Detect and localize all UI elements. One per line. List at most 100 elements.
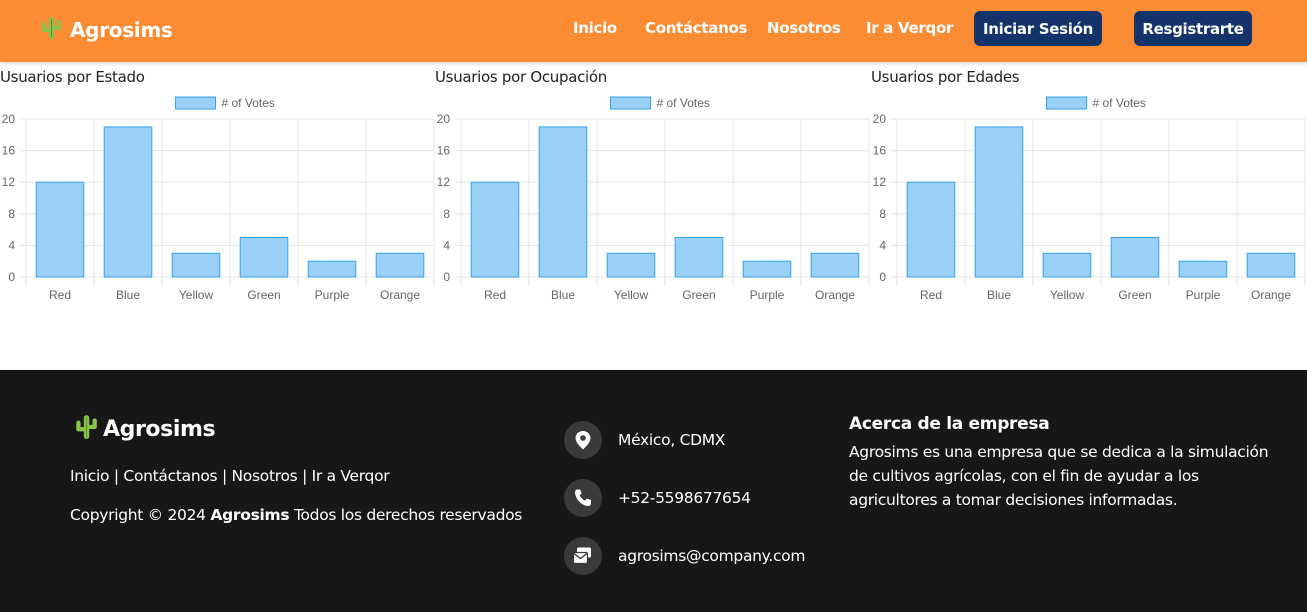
- footer-brand[interactable]: Agrosims: [74, 414, 216, 445]
- brand-name: Agrosims: [70, 18, 173, 42]
- top-navbar: Agrosims Inicio Contáctanos Nosotros Ir …: [0, 0, 1307, 62]
- y-tick-label: 20: [2, 112, 16, 126]
- contact-phone-text: +52-5598677654: [618, 489, 751, 507]
- bar-red[interactable]: [35, 181, 85, 278]
- x-tick-label: Blue: [987, 288, 1011, 302]
- bar-red[interactable]: [470, 181, 520, 278]
- nav-link-nosotros[interactable]: Nosotros: [767, 19, 841, 37]
- y-tick-label: 12: [2, 175, 16, 189]
- y-tick-label: 20: [873, 112, 887, 126]
- x-tick-label: Orange: [815, 288, 855, 302]
- x-tick-label: Red: [920, 288, 942, 302]
- x-tick-label: Purple: [750, 288, 785, 302]
- bar-purple[interactable]: [742, 260, 792, 278]
- copyright-suffix: Todos los derechos reservados: [293, 506, 523, 524]
- y-tick-label: 8: [879, 207, 886, 221]
- bar-orange[interactable]: [810, 252, 860, 278]
- footer-link-contactanos[interactable]: Contáctanos: [123, 467, 217, 485]
- bar-blue[interactable]: [103, 126, 153, 278]
- bar-purple[interactable]: [307, 260, 357, 278]
- bar-yellow[interactable]: [606, 252, 656, 278]
- brand-logo[interactable]: Agrosims: [40, 16, 173, 44]
- legend-label[interactable]: # of Votes: [222, 96, 275, 110]
- contact-phone: +52-5598677654: [564, 479, 751, 517]
- y-tick-label: 8: [8, 207, 15, 221]
- about-title: Acerca de la empresa: [849, 414, 1050, 434]
- chart-usuarios-estado: 0 4 8 12 16 20 Red Blue Yellow Green Purple Orange #…: [0, 62, 436, 312]
- x-tick-label: Green: [247, 288, 280, 302]
- y-tick-label: 4: [879, 238, 886, 252]
- legend-swatch[interactable]: [175, 96, 216, 110]
- copyright: Copyright © 2024 Agrosims Todos los dere…: [70, 506, 522, 524]
- legend-label[interactable]: # of Votes: [1093, 96, 1146, 110]
- legend-swatch[interactable]: [1046, 96, 1087, 110]
- x-tick-label: Purple: [1186, 288, 1221, 302]
- y-tick-label: 0: [8, 270, 15, 284]
- chart-usuarios-ocupacion: 0 4 8 12 16 20 Red Blue Yellow Green Purple Orange #…: [435, 62, 871, 312]
- login-button[interactable]: Iniciar Sesión: [974, 11, 1102, 46]
- copyright-brand: Agrosims: [210, 506, 290, 524]
- bar-green[interactable]: [1110, 237, 1160, 278]
- nav-link-verqor[interactable]: Ir a Verqor: [866, 19, 953, 37]
- chart-title: Usuarios por Estado: [0, 68, 145, 86]
- envelope-icon: [564, 537, 602, 575]
- bar-red[interactable]: [906, 181, 956, 278]
- x-tick-label: Blue: [551, 288, 575, 302]
- cactus-icon: [40, 16, 62, 45]
- x-tick-label: Red: [49, 288, 71, 302]
- chart-usuarios-edades: 0 4 8 12 16 20 Red Blue Yellow Green Purple Orange #…: [871, 62, 1307, 312]
- x-tick-label: Blue: [116, 288, 140, 302]
- y-tick-label: 8: [443, 207, 450, 221]
- x-tick-label: Yellow: [179, 288, 214, 302]
- nav-link-contactanos[interactable]: Contáctanos: [645, 19, 747, 37]
- y-tick-label: 20: [437, 112, 451, 126]
- chart-title: Usuarios por Ocupación: [435, 68, 607, 86]
- copyright-prefix: Copyright © 2024: [70, 506, 206, 524]
- bar-chart-ocupacion: 0 4 8 12 16 20 Red Blue Yellow Green Purple Orange #…: [437, 96, 870, 302]
- bar-yellow[interactable]: [1042, 252, 1092, 278]
- footer-link-inicio[interactable]: Inicio: [70, 467, 110, 485]
- bar-purple[interactable]: [1178, 260, 1228, 278]
- nav-link-inicio[interactable]: Inicio: [573, 19, 617, 37]
- site-footer: Agrosims Inicio | Contáctanos | Nosotros…: [0, 370, 1307, 612]
- bar-green[interactable]: [674, 237, 724, 278]
- bar-blue[interactable]: [538, 126, 588, 278]
- x-tick-label: Red: [484, 288, 506, 302]
- x-tick-label: Yellow: [614, 288, 649, 302]
- bar-chart-edades: 0 4 8 12 16 20 Red Blue Yellow Green Purple Orange #…: [873, 96, 1306, 302]
- map-pin-icon: [564, 421, 602, 459]
- contact-email-text[interactable]: agrosims@company.com: [618, 547, 805, 565]
- link-separator: |: [113, 467, 124, 485]
- x-tick-label: Green: [1118, 288, 1151, 302]
- contact-location: México, CDMX: [564, 421, 725, 459]
- chart-title: Usuarios por Edades: [871, 68, 1020, 86]
- y-tick-label: 12: [437, 175, 451, 189]
- footer-link-nosotros[interactable]: Nosotros: [232, 467, 298, 485]
- y-tick-label: 16: [873, 144, 887, 158]
- x-tick-label: Orange: [1251, 288, 1291, 302]
- bar-blue[interactable]: [974, 126, 1024, 278]
- link-separator: |: [302, 467, 312, 485]
- about-text: Agrosims es una empresa que se dedica a …: [849, 443, 1269, 509]
- x-tick-label: Purple: [315, 288, 350, 302]
- contact-email: agrosims@company.com: [564, 537, 805, 575]
- x-tick-label: Orange: [380, 288, 420, 302]
- link-separator: |: [221, 467, 232, 485]
- bar-orange[interactable]: [375, 252, 425, 278]
- x-tick-label: Yellow: [1050, 288, 1085, 302]
- y-tick-label: 4: [8, 238, 15, 252]
- register-button[interactable]: Resgistrarte: [1134, 11, 1252, 46]
- legend-label[interactable]: # of Votes: [657, 96, 710, 110]
- bar-green[interactable]: [239, 237, 289, 278]
- y-tick-label: 16: [2, 144, 16, 158]
- bar-yellow[interactable]: [171, 252, 221, 278]
- y-tick-label: 0: [443, 270, 450, 284]
- y-tick-label: 12: [873, 175, 887, 189]
- footer-brand-name: Agrosims: [103, 417, 216, 442]
- legend-swatch[interactable]: [610, 96, 651, 110]
- bar-orange[interactable]: [1246, 252, 1296, 278]
- contact-location-text: México, CDMX: [618, 431, 726, 449]
- cactus-icon: [74, 414, 98, 445]
- footer-link-verqor[interactable]: Ir a Verqor: [312, 467, 390, 485]
- x-tick-label: Green: [682, 288, 715, 302]
